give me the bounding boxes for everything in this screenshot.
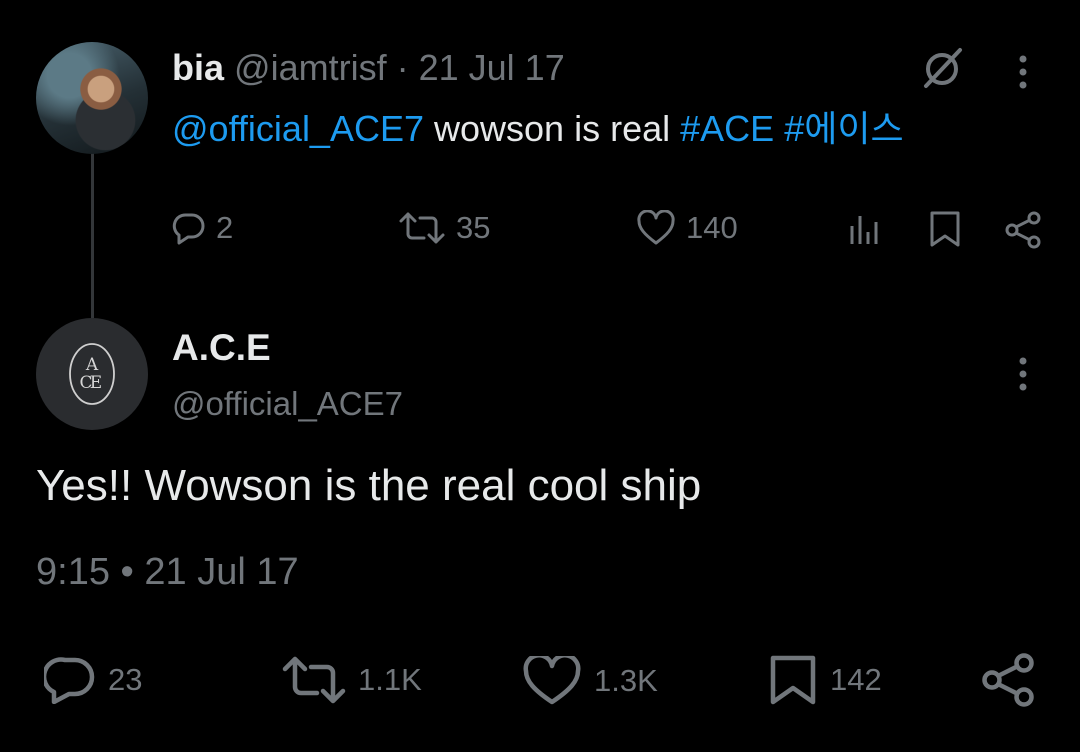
main-handle[interactable]: @official_ACE7 xyxy=(172,384,403,424)
avatar-ace[interactable]: A C E xyxy=(36,318,148,430)
reply-icon xyxy=(172,213,205,245)
ace-logo-icon: A C E xyxy=(69,343,115,405)
thread-connector-line xyxy=(91,152,94,318)
parent-tweet-text: @official_ACE7 wowson is real #ACE #에이스 xyxy=(172,106,904,152)
main-retweet-button[interactable]: 1.1K xyxy=(282,656,422,704)
main-display-name[interactable]: A.C.E xyxy=(172,326,271,370)
parent-tweet-header: bia @iamtrisf · 21 Jul 17 xyxy=(172,46,565,90)
main-like-count: 1.3K xyxy=(594,663,658,698)
main-bookmark-button[interactable]: 142 xyxy=(768,654,882,706)
reply-count: 2 xyxy=(216,210,234,245)
share-icon[interactable] xyxy=(1004,210,1044,250)
hashtag-korean-link[interactable]: #에이스 xyxy=(784,108,903,149)
main-share-icon[interactable] xyxy=(980,652,1038,708)
bookmark-icon xyxy=(770,655,816,705)
main-bookmark-count: 142 xyxy=(830,662,882,697)
reply-icon xyxy=(44,657,95,704)
grok-icon[interactable] xyxy=(918,46,966,90)
mention-link[interactable]: @official_ACE7 xyxy=(172,108,424,149)
reply-button[interactable]: 2 xyxy=(172,210,233,246)
like-icon xyxy=(637,210,675,245)
main-reply-count: 23 xyxy=(108,662,143,697)
bookmark-icon[interactable] xyxy=(928,210,962,248)
views-icon[interactable] xyxy=(848,212,884,246)
retweet-button[interactable]: 35 xyxy=(398,210,490,246)
retweet-count: 35 xyxy=(456,210,491,245)
main-retweet-count: 1.1K xyxy=(358,662,422,697)
svg-text:E: E xyxy=(90,373,102,393)
like-count: 140 xyxy=(686,210,738,245)
parent-display-name[interactable]: bia xyxy=(172,47,224,88)
avatar-bia[interactable] xyxy=(36,42,148,154)
svg-text:A: A xyxy=(85,355,99,375)
main-tweet-text: Yes!! Wowson is the real cool ship xyxy=(36,461,702,510)
parent-date[interactable]: 21 Jul 17 xyxy=(419,47,565,88)
header-separator: · xyxy=(396,47,409,88)
main-tweet-timestamp[interactable]: 9:15 • 21 Jul 17 xyxy=(36,550,299,594)
like-icon xyxy=(523,656,581,705)
main-reply-button[interactable]: 23 xyxy=(44,656,142,704)
like-button[interactable]: 140 xyxy=(636,210,738,246)
more-options-icon-main[interactable] xyxy=(1006,354,1040,394)
retweet-icon xyxy=(399,212,445,244)
retweet-icon xyxy=(282,656,346,704)
tweet-body-text: wowson is real xyxy=(434,108,671,149)
parent-handle[interactable]: @iamtrisf xyxy=(234,47,387,88)
hashtag-ace-link[interactable]: #ACE xyxy=(680,108,774,149)
more-options-icon[interactable] xyxy=(1006,52,1040,92)
main-like-button[interactable]: 1.3K xyxy=(522,656,658,706)
